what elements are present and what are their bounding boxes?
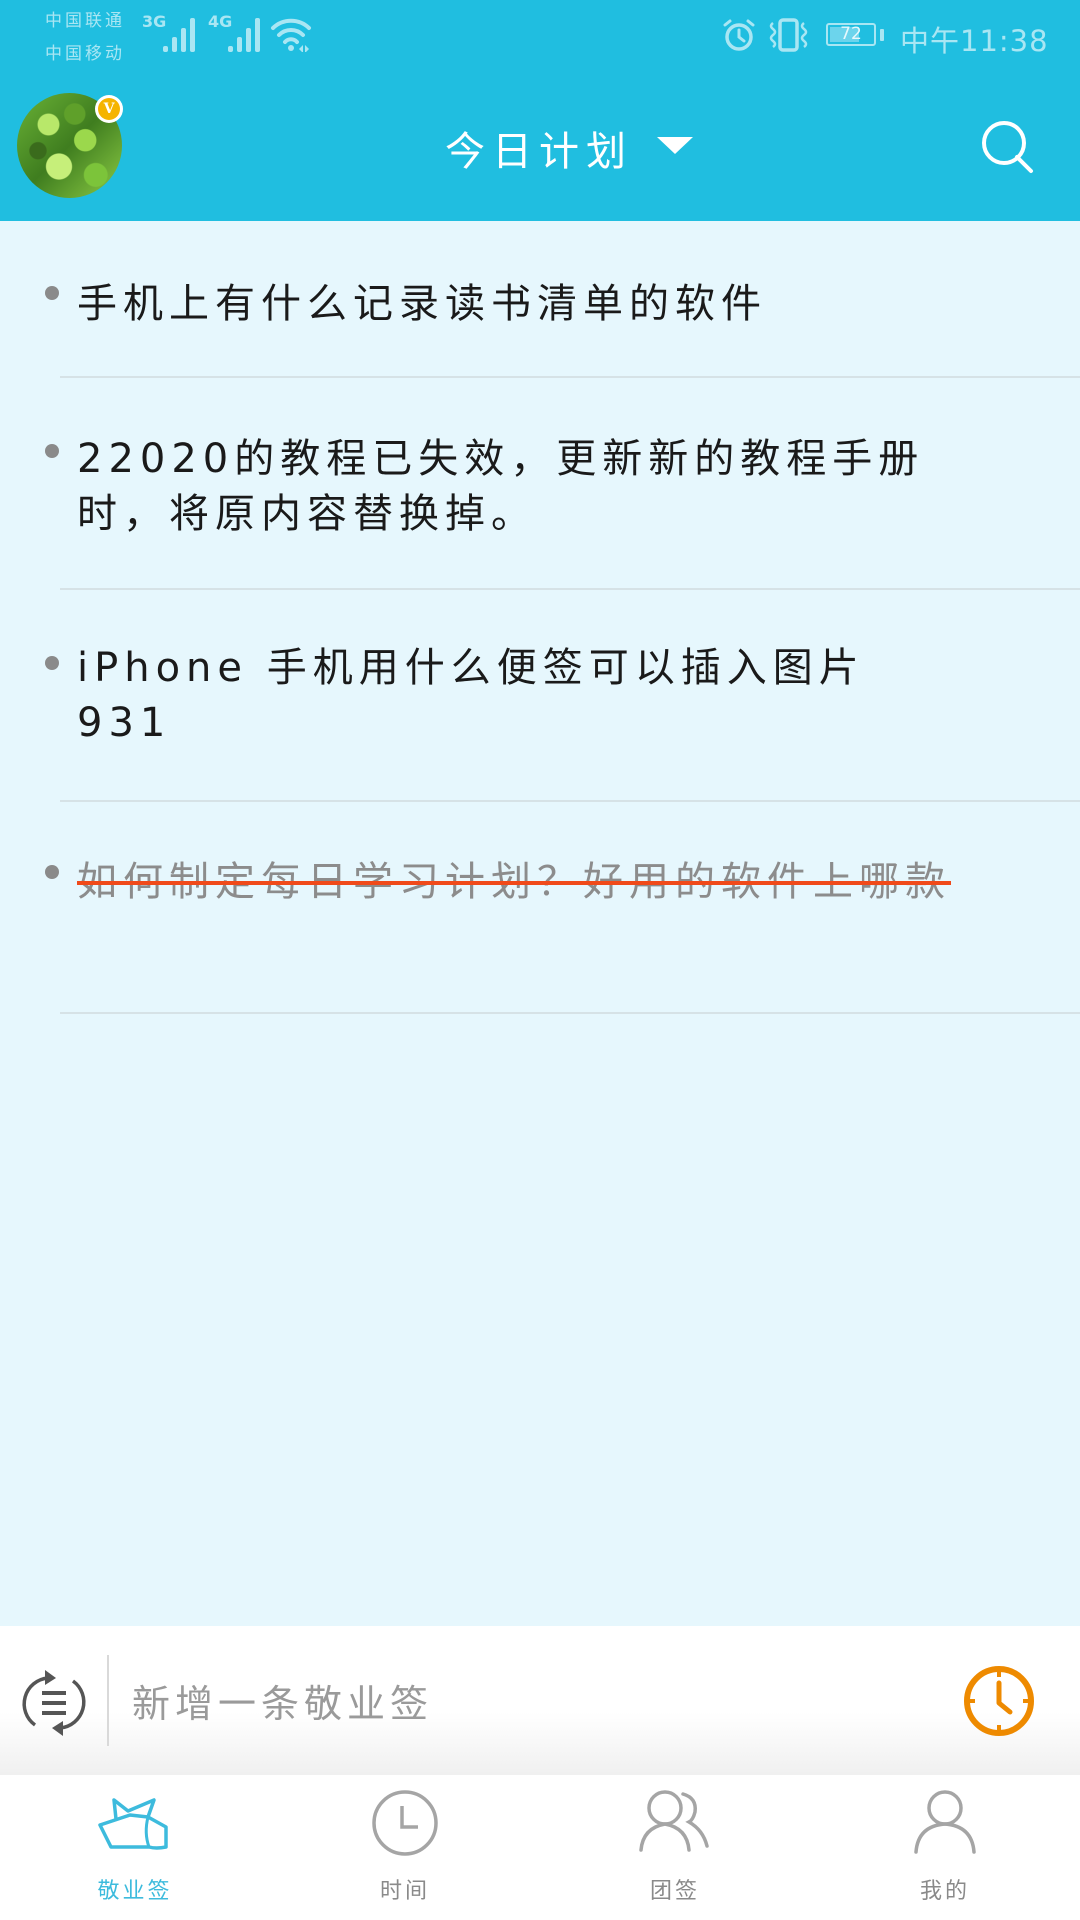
bullet-dot (45, 656, 59, 670)
clock-icon (372, 1790, 438, 1856)
note-text: iPhone 手机用什么便签可以插入图片931 (77, 645, 865, 746)
battery-icon: 72 (826, 23, 876, 46)
note-item[interactable]: 22020的教程已失效，更新新的教程手册时，将原内容替换掉。 (0, 378, 1080, 588)
note-item[interactable]: iPhone 手机用什么便签可以插入图片931 (0, 590, 1080, 800)
page-title[interactable]: 今日计划 (445, 124, 633, 180)
tab-time[interactable]: 时间 (270, 1775, 540, 1920)
signal-icon (163, 18, 195, 52)
note-item[interactable]: 手机上有什么记录读书清单的软件 (0, 221, 1080, 376)
note-text: 手机上有什么记录读书清单的软件 (77, 281, 767, 327)
tab-label: 团签 (649, 1879, 700, 1904)
tab-label: 敬业签 (97, 1879, 173, 1904)
new-note-input[interactable] (130, 1670, 914, 1738)
note-text: 如何制定每日学习计划？好用的软件上哪款 (77, 859, 951, 905)
note-item-done[interactable]: 如何制定每日学习计划？好用的软件上哪款 (0, 802, 1080, 1012)
tab-notes[interactable]: 敬业签 (0, 1775, 270, 1920)
status-time: 中午11:38 (900, 24, 1049, 58)
wifi-icon (271, 18, 311, 52)
tab-team[interactable]: 团签 (540, 1775, 810, 1920)
vip-badge-label: V (98, 98, 120, 120)
carrier-label-2: 中国移动 (45, 44, 125, 64)
note-text: 22020的教程已失效，更新新的教程手册时，将原内容替换掉。 (77, 436, 925, 537)
battery-nub (880, 29, 884, 41)
battery-level: 72 (840, 24, 862, 44)
carrier-label-1: 中国联通 (45, 11, 125, 31)
tab-label: 我的 (919, 1879, 970, 1904)
vip-badge: V (95, 95, 123, 123)
note-icon (98, 1798, 168, 1850)
tab-mine[interactable]: 我的 (810, 1775, 1080, 1920)
search-icon[interactable] (975, 115, 1039, 179)
vibrate-icon (769, 18, 808, 52)
reminder-clock-icon[interactable] (960, 1662, 1038, 1740)
person-icon (914, 1790, 976, 1854)
divider (60, 1012, 1080, 1014)
bullet-dot (45, 286, 59, 300)
caret-down-icon[interactable] (657, 137, 693, 154)
team-icon (639, 1790, 709, 1852)
tab-label: 时间 (379, 1879, 430, 1904)
switch-list-icon[interactable] (18, 1665, 90, 1741)
bullet-dot (45, 444, 59, 458)
alarm-icon (723, 19, 755, 51)
signal-icon (228, 18, 260, 52)
bullet-dot (45, 865, 59, 879)
input-divider (107, 1655, 109, 1746)
